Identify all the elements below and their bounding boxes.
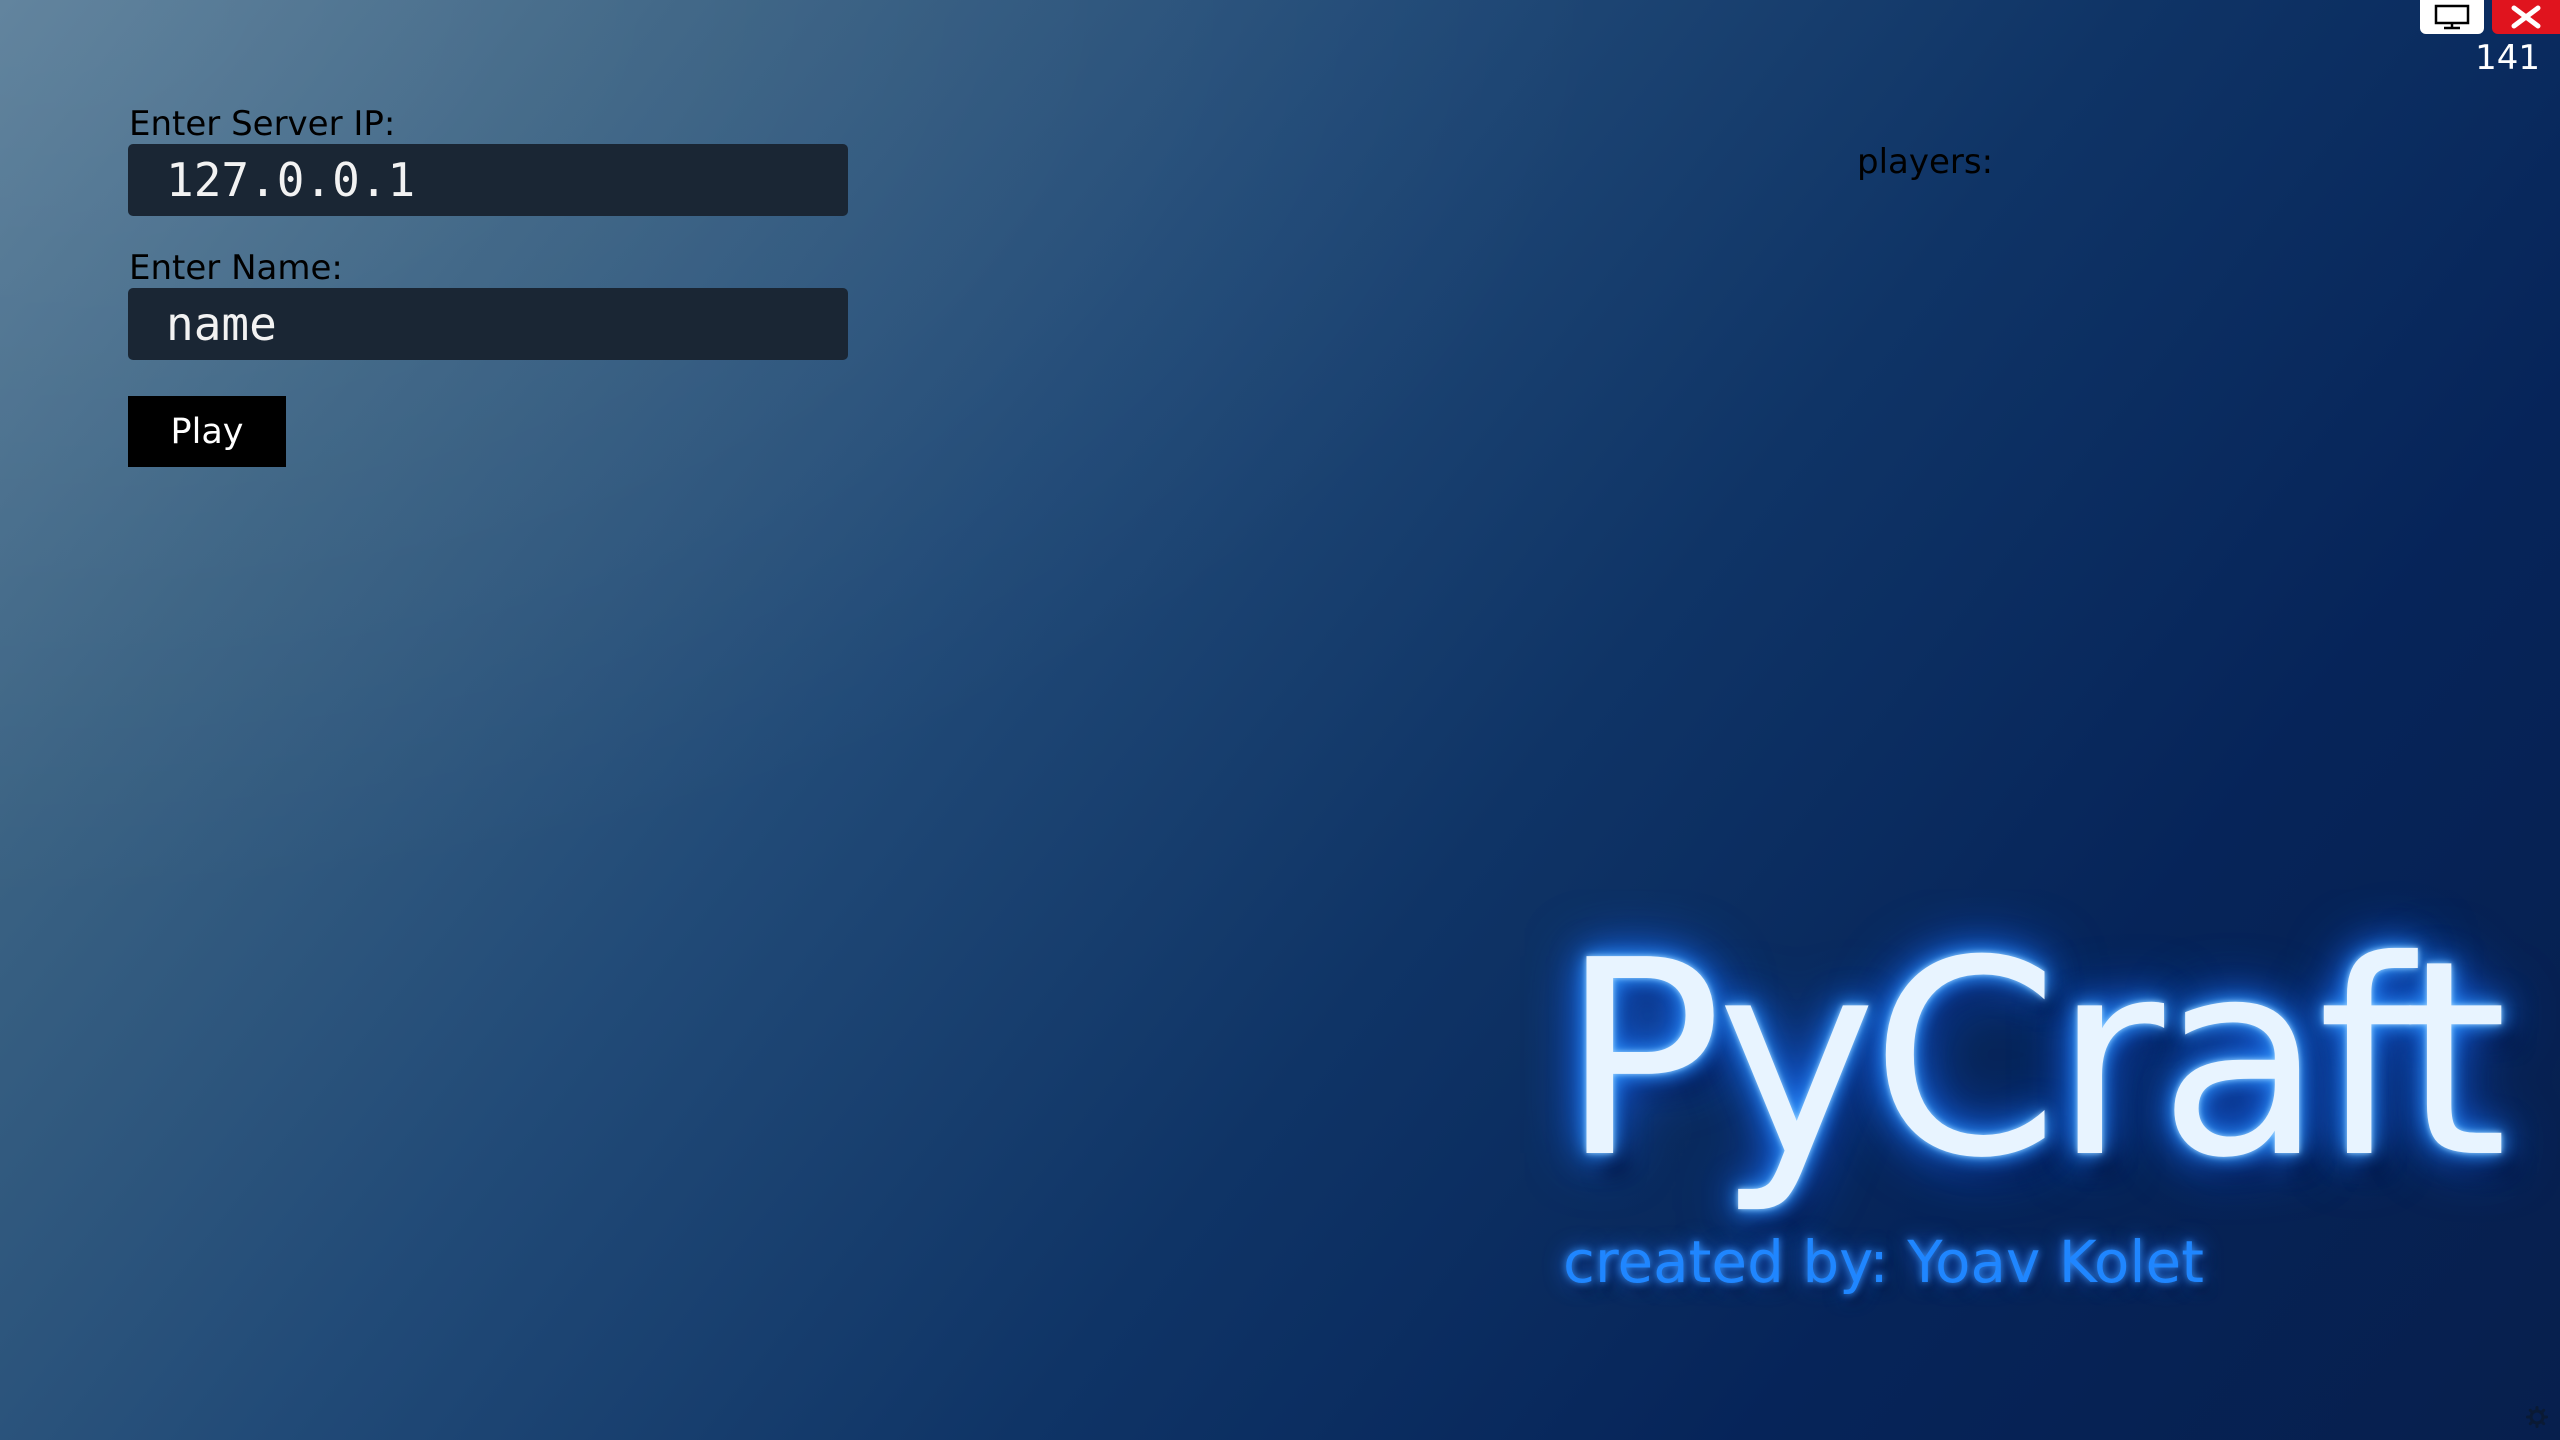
game-logo: PyCraft: [1560, 902, 2508, 1217]
fullscreen-button[interactable]: [2420, 0, 2484, 34]
name-label: Enter Name:: [129, 248, 343, 288]
play-button[interactable]: Play: [128, 396, 286, 467]
credit-text: created by: Yoav Kolet: [1563, 1228, 2204, 1296]
gear-icon[interactable]: [2526, 1406, 2548, 1428]
close-button[interactable]: [2492, 0, 2560, 34]
close-icon: [2511, 5, 2541, 29]
players-label: players:: [1857, 142, 1994, 182]
background: [0, 0, 2560, 1440]
name-input[interactable]: [128, 288, 848, 360]
server-ip-input[interactable]: [128, 144, 848, 216]
monitor-icon: [2434, 4, 2470, 30]
fps-counter: 141: [2475, 38, 2540, 78]
server-ip-label: Enter Server IP:: [129, 104, 396, 144]
